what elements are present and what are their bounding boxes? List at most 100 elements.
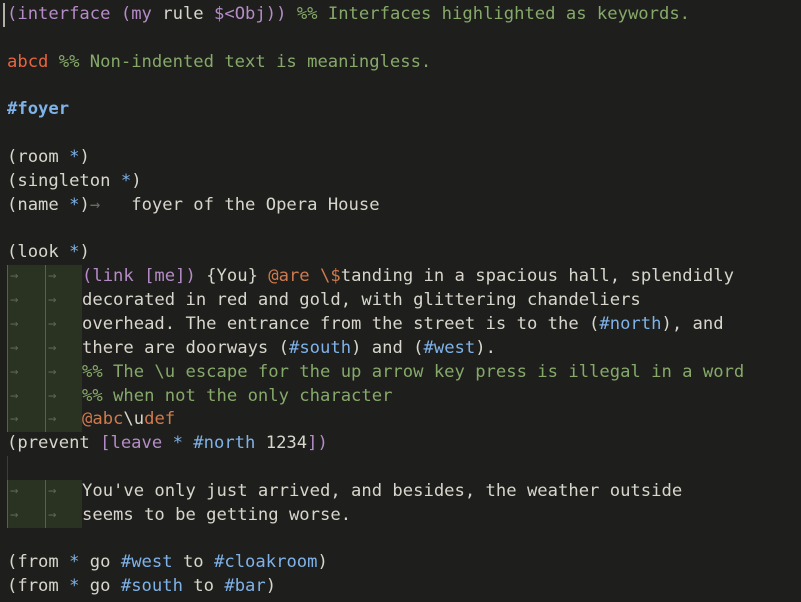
code-token: go bbox=[79, 576, 121, 597]
code-token: go bbox=[79, 552, 121, 573]
code-token: ) bbox=[79, 147, 90, 168]
code-line[interactable]: overhead. The entrance from the street i… bbox=[0, 312, 801, 337]
code-line[interactable]: seems to be getting worse. bbox=[0, 503, 801, 528]
code-token: #bar bbox=[224, 576, 266, 597]
code-token: ). bbox=[475, 337, 496, 358]
code-token: #south bbox=[120, 576, 183, 597]
code-token: (interface bbox=[7, 4, 111, 24]
code-token: $<Obj)) bbox=[214, 4, 287, 24]
code-token: (prevent bbox=[7, 433, 101, 454]
code-token: #foyer bbox=[7, 99, 70, 120]
code-line[interactable]: %% The \u escape for the up arrow key pr… bbox=[0, 360, 801, 385]
code-token: ) bbox=[131, 170, 142, 191]
tab-arrow-icon bbox=[7, 312, 82, 337]
code-line[interactable]: (from * go #south to #bar) bbox=[0, 575, 801, 599]
code-line[interactable]: You've only just arrived, and besides, t… bbox=[0, 479, 801, 504]
code-token: * #north bbox=[172, 433, 256, 454]
code-line[interactable]: (from * go #west to #cloakroom) bbox=[0, 551, 801, 575]
code-token: [leave bbox=[100, 433, 173, 454]
code-editor[interactable]: (interface (my rule $<Obj)) %% Interface… bbox=[0, 0, 801, 602]
code-line[interactable] bbox=[0, 75, 801, 99]
tab-arrow-icon: → bbox=[89, 194, 101, 215]
code-token: @abc bbox=[82, 409, 124, 430]
tab-arrow-icon bbox=[7, 289, 82, 313]
code-token: ), and bbox=[661, 313, 724, 334]
code-token: rule bbox=[162, 4, 204, 24]
indent-guide bbox=[7, 456, 8, 480]
code-token: there are doorways ( bbox=[82, 337, 289, 358]
code-token: (from bbox=[7, 576, 70, 597]
code-token: ) bbox=[79, 194, 90, 215]
code-token: @are bbox=[268, 266, 310, 287]
code-line[interactable] bbox=[0, 27, 801, 51]
code-token: seems to be getting worse. bbox=[82, 504, 352, 525]
tab-arrow-icon bbox=[7, 360, 82, 385]
code-token: * bbox=[69, 552, 80, 573]
code-token: 1234 bbox=[255, 433, 308, 454]
tab-arrow-icon bbox=[7, 503, 82, 528]
tab-arrow-icon bbox=[7, 408, 82, 433]
code-line[interactable]: @abc\udef bbox=[0, 408, 801, 433]
code-token: #west bbox=[120, 552, 173, 573]
code-token: foyer of the Opera House bbox=[100, 194, 380, 215]
code-token: ) and ( bbox=[351, 337, 424, 358]
code-token: to bbox=[182, 576, 225, 597]
code-line[interactable] bbox=[0, 218, 801, 242]
code-token: #cloakroom bbox=[214, 552, 318, 573]
code-token: to bbox=[172, 552, 215, 573]
code-token: \$ bbox=[320, 266, 341, 287]
code-token: #south bbox=[288, 337, 352, 358]
code-token: #north bbox=[599, 313, 662, 334]
code-token: decorated in red and gold, with glitteri… bbox=[82, 290, 641, 311]
tab-arrow-icon bbox=[7, 479, 82, 504]
code-line[interactable]: (name *)→ foyer of the Opera House bbox=[0, 194, 801, 218]
code-line[interactable]: (singleton *) bbox=[0, 170, 801, 194]
code-token: * bbox=[69, 242, 80, 263]
code-line[interactable]: (look *) bbox=[0, 241, 801, 265]
code-token: overhead. The entrance from the street i… bbox=[82, 313, 600, 334]
code-token: abcd bbox=[7, 51, 49, 72]
tab-arrow-icon bbox=[7, 336, 82, 361]
code-token: \u bbox=[123, 409, 145, 430]
code-token: {You} bbox=[195, 266, 269, 287]
code-line[interactable]: (prevent [leave * #north 1234]) bbox=[0, 432, 801, 456]
code-token: tanding in a spacious hall, splendidly bbox=[340, 266, 734, 287]
code-token: def bbox=[144, 409, 176, 430]
code-line[interactable]: %% when not the only character bbox=[0, 384, 801, 409]
code-token: ) bbox=[265, 576, 277, 597]
code-token: * bbox=[69, 194, 80, 215]
code-token: (singleton bbox=[7, 170, 121, 191]
code-token: * bbox=[120, 170, 132, 191]
code-line[interactable]: (link [me]) {You} @are \$tanding in a sp… bbox=[0, 265, 801, 290]
code-token: %% when not the only character bbox=[82, 385, 393, 406]
code-line[interactable]: there are doorways (#south) and (#west). bbox=[0, 336, 801, 361]
code-line[interactable]: #foyer bbox=[0, 98, 801, 122]
code-line[interactable]: (interface (my rule $<Obj)) %% Interface… bbox=[0, 3, 801, 27]
code-line[interactable]: abcd %% Non-indented text is meaningless… bbox=[0, 51, 801, 75]
code-token: (room bbox=[7, 147, 70, 168]
code-token: %% Interfaces highlighted as keywords. bbox=[296, 4, 691, 24]
code-line[interactable]: decorated in red and gold, with glitteri… bbox=[0, 289, 801, 313]
code-line[interactable]: (room *) bbox=[0, 146, 801, 170]
code-token: %% Non-indented text is meaningless. bbox=[58, 51, 432, 72]
code-token: ) bbox=[317, 552, 328, 573]
code-line[interactable] bbox=[0, 528, 801, 552]
code-line[interactable] bbox=[0, 122, 801, 146]
code-token: You've only just arrived, and besides, t… bbox=[82, 480, 683, 501]
code-token: ]) bbox=[307, 433, 328, 454]
tab-arrow-icon bbox=[7, 384, 82, 409]
code-token: (name bbox=[7, 194, 70, 215]
code-token: (my bbox=[120, 4, 152, 24]
code-token: (from bbox=[7, 552, 70, 573]
code-token: * bbox=[69, 147, 80, 168]
code-token: * bbox=[69, 576, 80, 597]
code-line[interactable] bbox=[0, 456, 801, 480]
code-token: #west bbox=[423, 337, 476, 358]
code-token: %% The \u escape for the up arrow key pr… bbox=[82, 361, 745, 382]
text-cursor-icon bbox=[3, 3, 5, 27]
